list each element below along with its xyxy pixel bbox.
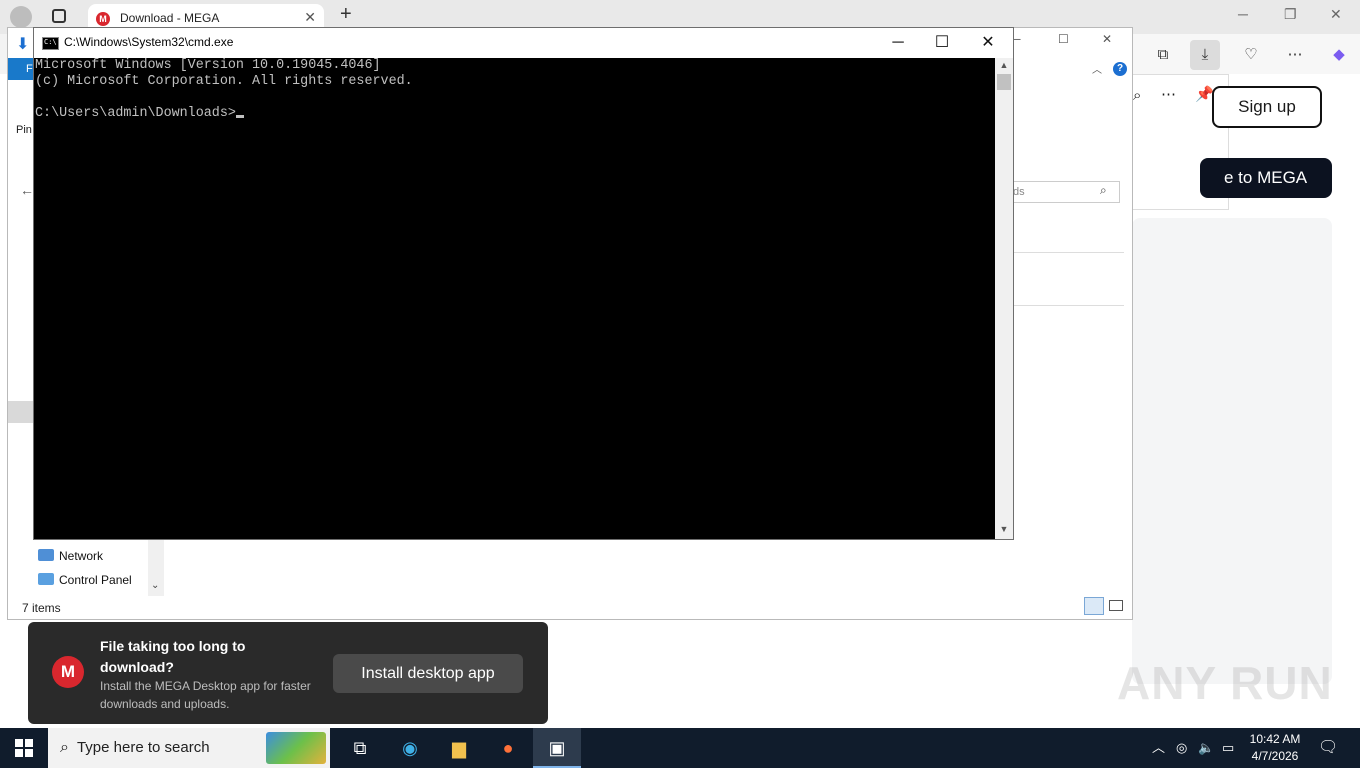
notifications-icon[interactable]: 🗨 [1318, 728, 1338, 768]
tab-close-icon[interactable]: ✕ [304, 9, 316, 26]
nav-item-label: Network [59, 549, 104, 563]
explorer-download-icon: ⬇ [16, 36, 30, 53]
windows-logo-icon [15, 739, 33, 757]
help-icon[interactable]: ? [1113, 62, 1127, 76]
browser-toolbar: ⧉ ⤓ ♡ ⋯ ◆ [1130, 34, 1360, 74]
more-options-icon[interactable]: ⋯ [1161, 85, 1176, 103]
settings-more-icon[interactable]: ⋯ [1280, 40, 1310, 70]
search-icon: ⌕ [1100, 183, 1107, 197]
tab-title: Download - MEGA [120, 11, 220, 25]
browser-essentials-icon[interactable]: ♡ [1236, 40, 1266, 70]
scroll-down-arrow-icon[interactable]: ▼ [995, 524, 1013, 534]
explorer-close-button[interactable]: ✕ [1102, 32, 1112, 46]
new-tab-button[interactable]: + [340, 3, 352, 26]
nav-scrollbar[interactable]: ⌄ [148, 538, 164, 596]
search-icon[interactable]: ⌕ [1133, 87, 1141, 104]
file-explorer-icon[interactable]: ▆ [435, 728, 483, 768]
cmd-titlebar[interactable]: C:\ C:\Windows\System32\cmd.exe ─ ☐ ✕ [34, 28, 1013, 58]
cmd-minimize-button[interactable]: ─ [875, 32, 921, 56]
mega-desktop-app-toast: M File taking too long to download? Inst… [28, 622, 548, 724]
show-hidden-icons-icon[interactable]: ︿ [1152, 728, 1165, 768]
status-item-count: 7 items [22, 601, 61, 615]
search-icon: ⌕ [60, 739, 69, 756]
downloads-icon[interactable]: ⤓ [1190, 40, 1220, 70]
anyrun-watermark: ANY RUN [1117, 657, 1333, 709]
ribbon-file-tab[interactable]: F [8, 58, 34, 80]
pin-icon[interactable]: 📌 [1195, 85, 1214, 103]
scroll-up-arrow-icon[interactable]: ▲ [995, 60, 1013, 70]
toast-subtitle: Install the MEGA Desktop app for faster … [100, 679, 311, 711]
cmd-maximize-button[interactable]: ☐ [919, 32, 965, 56]
cmd-scrollbar[interactable]: ▲ ▼ [995, 58, 1013, 539]
start-button[interactable] [0, 728, 48, 768]
network-status-icon[interactable]: ▭ [1222, 728, 1234, 768]
chevron-down-icon[interactable]: ⌄ [151, 580, 159, 591]
console-prompt: C:\Users\admin\Downloads> [35, 106, 236, 121]
meet-now-icon[interactable]: ◎ [1176, 728, 1187, 768]
clock-time: 10:42 AM [1249, 732, 1301, 746]
large-icons-view-icon[interactable] [1109, 600, 1123, 611]
mega-logo-icon: M [52, 656, 84, 688]
scroll-thumb[interactable] [997, 74, 1011, 90]
profile-icon[interactable] [10, 6, 32, 28]
cmd-window: C:\ C:\Windows\System32\cmd.exe ─ ☐ ✕ Mi… [33, 27, 1014, 540]
browser-close-button[interactable]: ✕ [1330, 6, 1342, 23]
taskbar-clock[interactable]: 10:42 AM 4/7/2026 [1248, 731, 1302, 765]
nav-selection-highlight [8, 401, 34, 423]
details-view-icon[interactable] [1084, 597, 1104, 615]
console-line: Microsoft Windows [Version 10.0.19045.40… [35, 58, 381, 73]
tab-actions-icon[interactable] [52, 9, 66, 23]
install-desktop-app-button[interactable]: Install desktop app [333, 654, 523, 693]
nav-item-network[interactable]: Network [38, 549, 103, 563]
taskbar-search-input[interactable]: ⌕ Type here to search [48, 728, 330, 768]
sign-up-button[interactable]: Sign up [1212, 86, 1322, 128]
search-placeholder: Type here to search [76, 739, 210, 756]
browser-restore-button[interactable]: ❐ [1284, 6, 1297, 23]
divider [1012, 252, 1124, 253]
control-panel-icon [38, 573, 54, 585]
volume-icon[interactable]: 🔈 [1198, 728, 1214, 768]
clock-date: 4/7/2026 [1251, 749, 1299, 763]
task-view-icon[interactable]: ⧉ [336, 728, 384, 768]
network-icon [38, 549, 54, 561]
cmd-close-button[interactable]: ✕ [965, 32, 1011, 56]
cmd-title: C:\Windows\System32\cmd.exe [64, 35, 234, 49]
nav-item-label: Control Panel [59, 573, 132, 587]
taskbar: ⌕ Type here to search ⧉ ◉ ▆ ● ▣ ︿ ◎ 🔈 ▭ 1… [0, 728, 1360, 768]
ribbon-pin-label[interactable]: Pin [16, 124, 32, 136]
back-arrow-icon[interactable]: ← [20, 182, 34, 198]
nav-item-control-panel[interactable]: Control Panel [38, 573, 132, 587]
firefox-icon[interactable]: ● [484, 728, 532, 768]
console-prompt-line: C:\Users\admin\Downloads> [35, 106, 244, 121]
collections-icon[interactable]: ⧉ [1148, 40, 1178, 70]
edge-icon[interactable]: ◉ [386, 728, 434, 768]
search-highlight-icon [266, 732, 326, 764]
divider [1012, 305, 1124, 306]
mega-content-panel [1132, 218, 1332, 684]
explorer-maximize-button[interactable]: ☐ [1058, 32, 1069, 46]
text-cursor [235, 115, 244, 118]
copilot-icon[interactable]: ◆ [1324, 40, 1354, 70]
mega-favicon-icon: M [96, 12, 110, 26]
welcome-mega-button[interactable]: e to MEGA [1200, 158, 1332, 198]
cmd-console[interactable]: Microsoft Windows [Version 10.0.19045.40… [34, 58, 995, 539]
console-line: (c) Microsoft Corporation. All rights re… [35, 74, 413, 89]
browser-minimize-button[interactable]: ─ [1238, 6, 1248, 22]
cmd-taskbar-icon[interactable]: ▣ [533, 728, 581, 768]
cmd-app-icon: C:\ [42, 37, 59, 50]
ribbon-collapse-icon[interactable]: ︿ [1092, 61, 1102, 76]
toast-title: File taking too long to download? [100, 638, 246, 675]
